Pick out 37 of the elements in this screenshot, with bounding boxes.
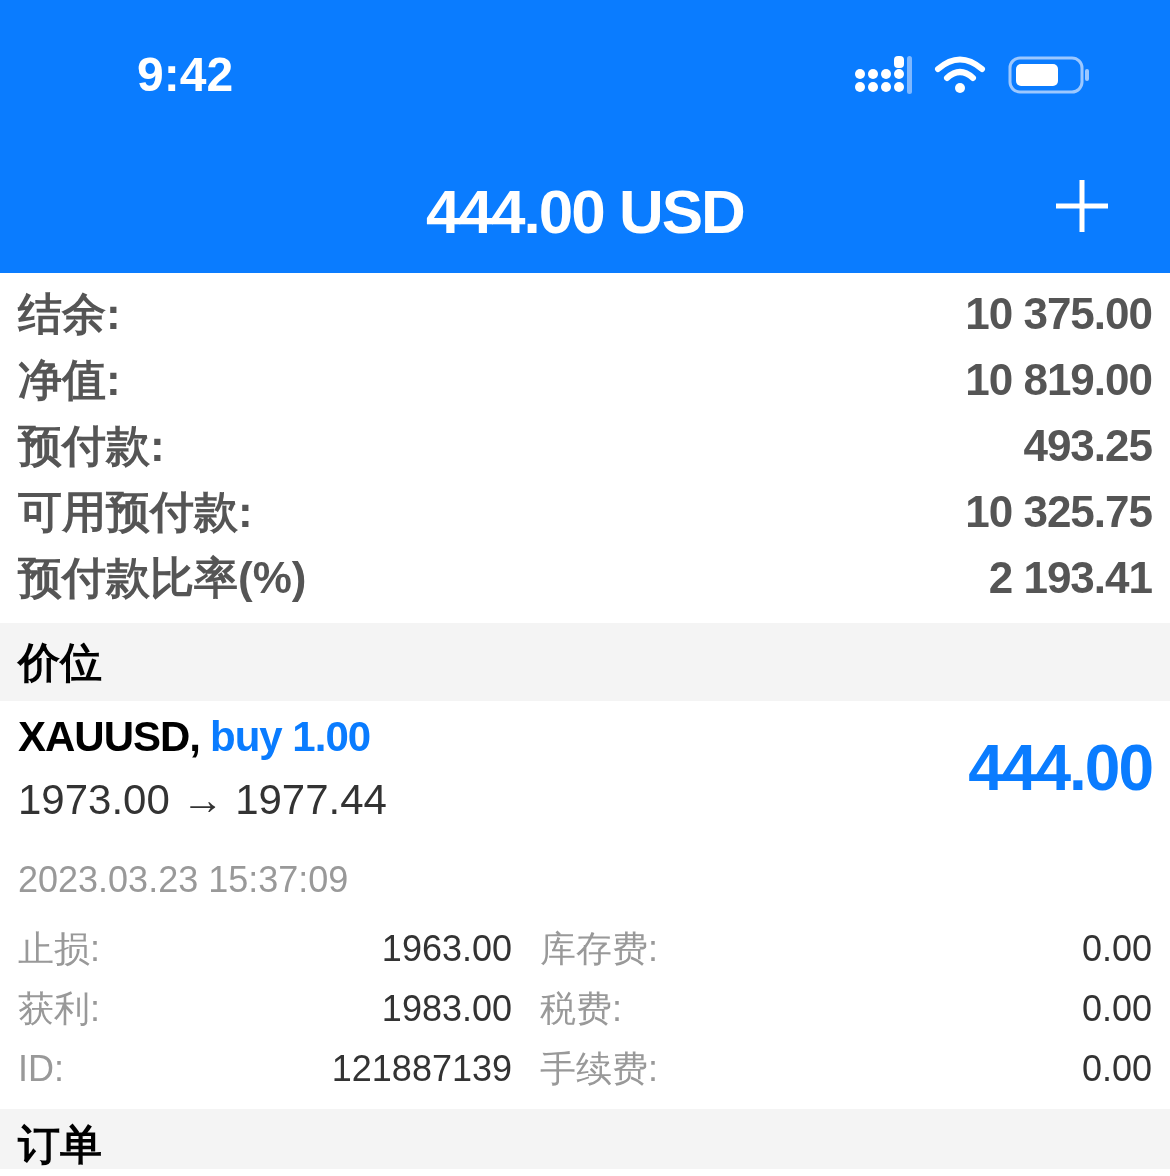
account-label: 净值: [18,354,121,406]
detail-value: 0.00 [1081,1047,1152,1091]
balance-title: 444.00 USD [426,176,744,248]
detail-label: 止损: [18,927,100,971]
detail-value: 0.00 [1081,987,1152,1031]
profit-value: 444.00 [968,731,1152,806]
detail-label: 获利: [18,987,100,1031]
detail-label: ID: [18,1047,64,1091]
detail-label: 税费: [540,987,622,1031]
account-label: 结余: [18,288,121,340]
account-label: 可用预付款: [18,486,253,538]
section-title: 价位 [18,637,102,688]
account-value: 493.25 [1023,420,1152,472]
open-time: 2023.03.23 15:37:09 [18,858,350,902]
position-item[interactable]: XAUUSD, buy 1.00 1973.00 → 1977.44 444.00 2023.03.23 15:37:09 止损: 1963.00 库存费: 0.00 获利: 1983.00 税费: 0.00 ID: 121887139 手续费: 0.00 [0,701,1170,1109]
detail-label: 库存费: [540,927,658,971]
detail-label: 手续费: [540,1047,658,1091]
section-title: 订单 [18,1120,102,1170]
symbol-label: XAUUSD, [18,712,201,762]
add-button[interactable] [1054,178,1110,234]
account-value: 10 375.00 [965,288,1152,340]
signal-icon [854,54,912,96]
wifi-icon [934,56,986,94]
detail-value: 0.00 [1081,927,1152,971]
account-value: 10 819.00 [965,354,1152,406]
detail-value: 121887139 [331,1047,512,1091]
account-label: 预付款: [18,420,165,472]
battery-icon [1008,55,1090,95]
detail-value: 1963.00 [381,927,512,971]
plus-icon [1054,178,1110,234]
status-time: 9:42 [137,47,234,103]
trade-side: buy 1.00 [210,712,371,762]
detail-value: 1983.00 [381,987,512,1031]
price-range: 1973.00 → 1977.44 [18,775,387,825]
account-value: 2 193.41 [988,552,1152,604]
account-label: 预付款比率(%) [18,552,307,604]
account-value: 10 325.75 [965,486,1152,538]
